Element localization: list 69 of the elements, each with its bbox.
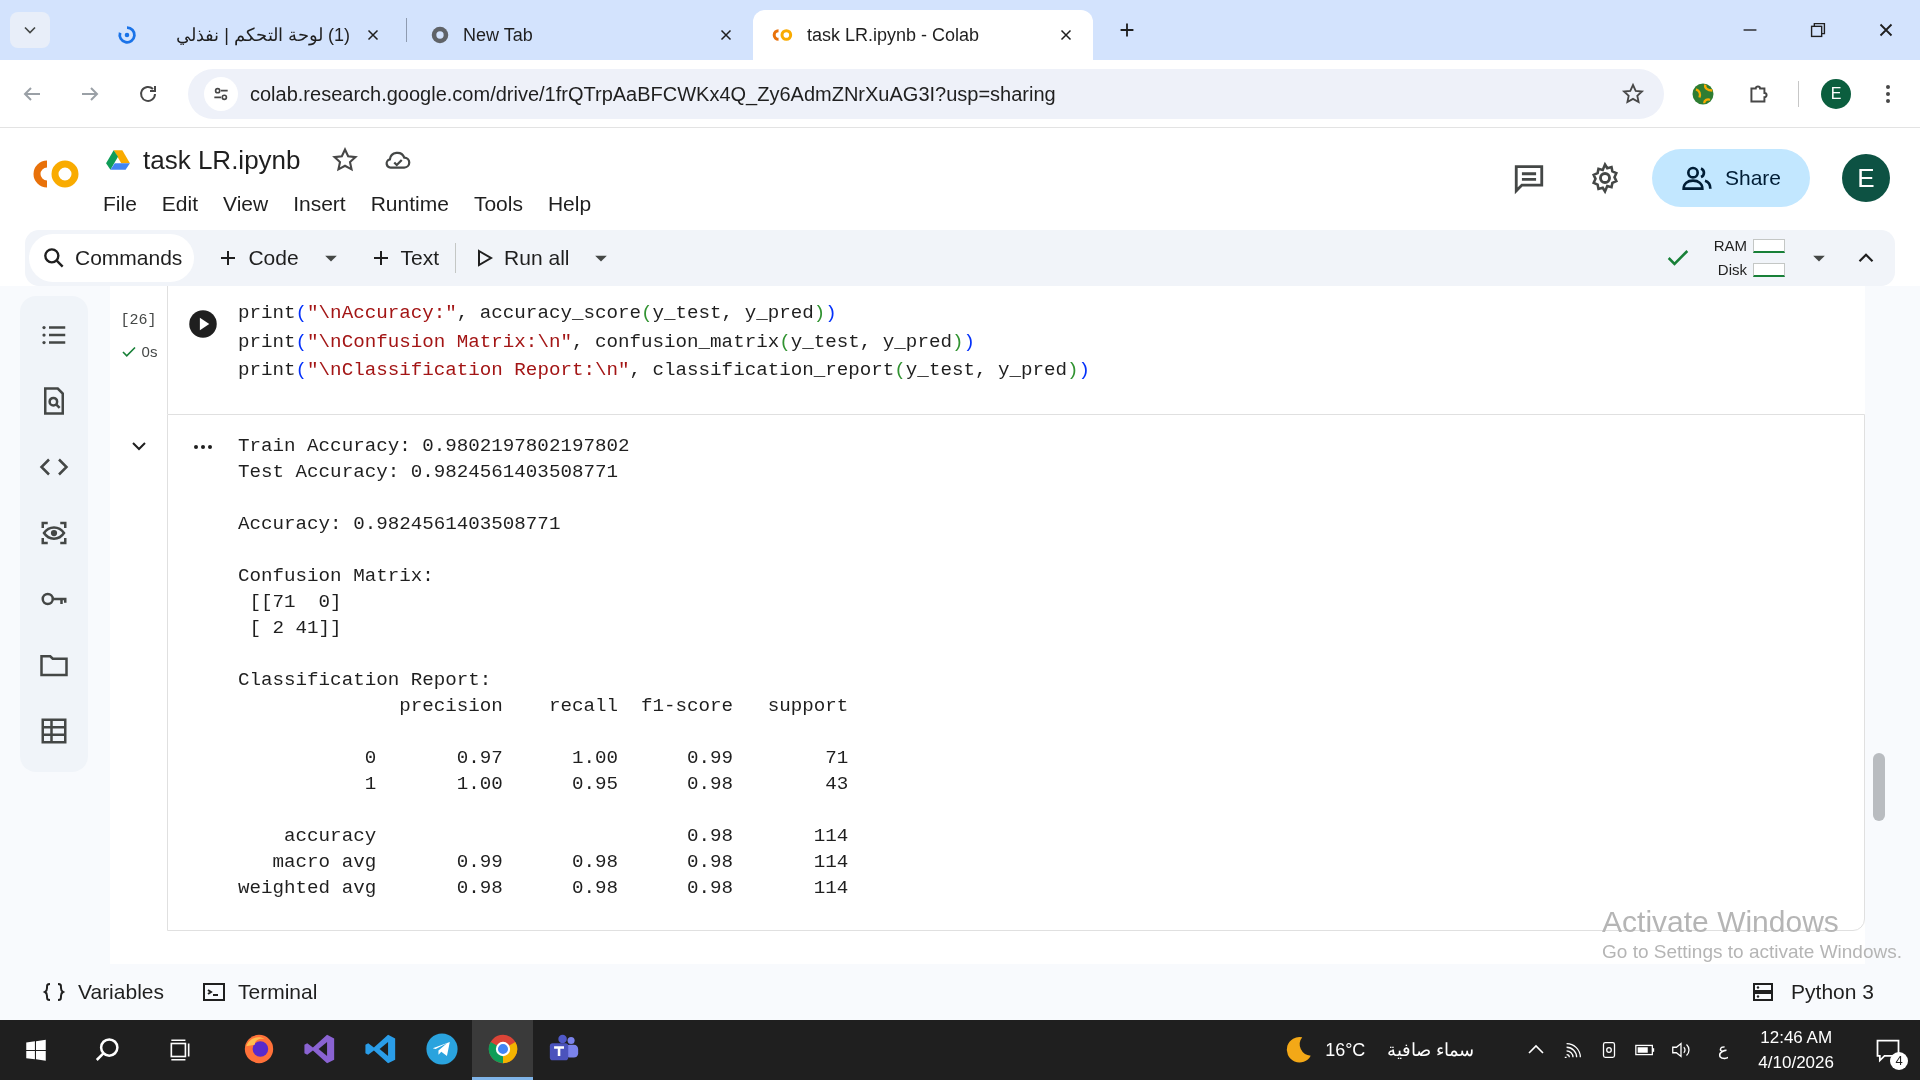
output-line: Test Accuracy: 0.9824561403508771 <box>238 460 619 485</box>
tab-title: task LR.ipynb - Colab <box>807 23 981 47</box>
menu-item[interactable]: Runtime <box>370 187 449 220</box>
output-line: macro avg 0.99 0.98 0.98 114 <box>271 850 849 875</box>
run-duration: 0s <box>141 341 158 362</box>
browser-tab[interactable]: task LR.ipynb - Colab <box>753 10 1093 60</box>
code-line: print("\nConfusion Matrix:\n", confusion_matrix(y_test, y_pred)) <box>238 329 976 355</box>
menu-item[interactable]: Insert <box>293 187 346 220</box>
output-line: weighted avg 0.98 0.98 0.98 114 <box>238 876 849 901</box>
url-text: colab.research.google.com/drive/1frQTrpAaBFCWKx4Q_Zy6AdmZNrXuAG3I?usp=sharing <box>250 81 1057 108</box>
execution-count: [26] <box>120 311 157 331</box>
variables-button[interactable]: Variables <box>42 970 164 1014</box>
weather-text: سماء صافية <box>1387 1038 1475 1062</box>
tab-title: (1) لوحة التحكم | نفذلي <box>175 23 350 48</box>
terminal-icon <box>202 980 226 1004</box>
output-line: Accuracy: 0.9824561403508771 <box>238 512 562 537</box>
output-line: accuracy 0.98 114 <box>283 824 849 849</box>
run-cell-icon[interactable] <box>188 309 218 339</box>
volume-icon[interactable] <box>1670 1039 1693 1061</box>
share-button[interactable]: Share <box>1652 149 1810 207</box>
activation-hint: Go to Settings to activate Windows. <box>1602 940 1902 964</box>
terminal-button[interactable]: Terminal <box>202 970 318 1014</box>
menu-item[interactable]: Help <box>547 187 592 220</box>
chrome-icon[interactable] <box>472 1020 533 1080</box>
resources-indicator[interactable]: RAM Disk <box>1713 234 1785 282</box>
scrollbar-thumb[interactable] <box>1873 753 1885 821</box>
table-icon[interactable] <box>39 716 69 746</box>
site-settings-icon[interactable] <box>204 76 238 111</box>
browser-tab[interactable]: New Tab <box>413 10 753 60</box>
server-icon <box>1751 980 1776 1004</box>
menu-item[interactable]: View <box>223 187 269 220</box>
code-line: print("\nAccuracy:", accuracy_score(y_test, y_pred)) <box>238 301 838 326</box>
output-line: [ 2 41]] <box>248 616 343 641</box>
output-line: [[71 0] <box>248 590 343 615</box>
menu-item[interactable]: File <box>103 187 137 220</box>
temperature-text: 16°C <box>1325 1038 1366 1062</box>
browser-tab[interactable]: (1) لوحة التحكم | نفذلي <box>100 10 400 60</box>
usage-meter <box>1753 263 1785 277</box>
address-bar[interactable]: colab.research.google.com/drive/1frQTrpAaBFCWKx4Q_Zy6AdmZNrXuAG3I?usp=sharing <box>188 68 1664 119</box>
input-language[interactable]: ع <box>1718 1037 1729 1063</box>
tab-title: New Tab <box>463 23 534 47</box>
output-line: Confusion Matrix: <box>238 564 435 589</box>
chrome-icon <box>429 24 451 46</box>
output-line: Train Accuracy: 0.9802197802197802 <box>238 434 631 459</box>
menu-item[interactable]: Tools <box>473 187 523 220</box>
runtime-button[interactable]: Python 3 <box>1751 970 1874 1014</box>
add-code-button[interactable]: Code <box>216 236 299 280</box>
time-text: 12:46 AM <box>1760 1027 1833 1049</box>
clock[interactable]: 12:46 AM 4/10/2026 <box>1758 1025 1834 1075</box>
commands-button[interactable]: Commands <box>29 234 195 282</box>
account-avatar[interactable]: E <box>1842 154 1890 202</box>
activation-title: Activate Windows <box>1602 904 1840 940</box>
menu-item[interactable]: Edit <box>161 187 199 220</box>
ram-label: RAM <box>1713 236 1747 256</box>
output-line: Classification Report: <box>238 668 493 693</box>
notebook-title[interactable]: task LR.ipynb <box>143 140 301 180</box>
output-line: 1 1.00 0.95 0.98 43 <box>363 772 849 797</box>
date-text: 4/10/2026 <box>1758 1052 1834 1074</box>
output-line: 0 0.97 1.00 0.99 71 <box>363 746 849 771</box>
usage-meter <box>1753 239 1785 253</box>
spinner-icon <box>116 24 138 46</box>
profile-avatar[interactable]: E <box>1821 78 1851 109</box>
add-text-button[interactable]: Text <box>368 236 440 280</box>
braces-icon <box>42 980 66 1004</box>
notification-count: 4 <box>1890 1052 1908 1070</box>
output-line: precision recall f1-score support <box>398 694 849 719</box>
disk-label: Disk <box>1717 260 1747 280</box>
run-all-button[interactable]: Run all <box>472 236 570 280</box>
code-line: print("\nClassification Report:\n", classification_report(y_test, y_pred)) <box>238 358 1091 383</box>
